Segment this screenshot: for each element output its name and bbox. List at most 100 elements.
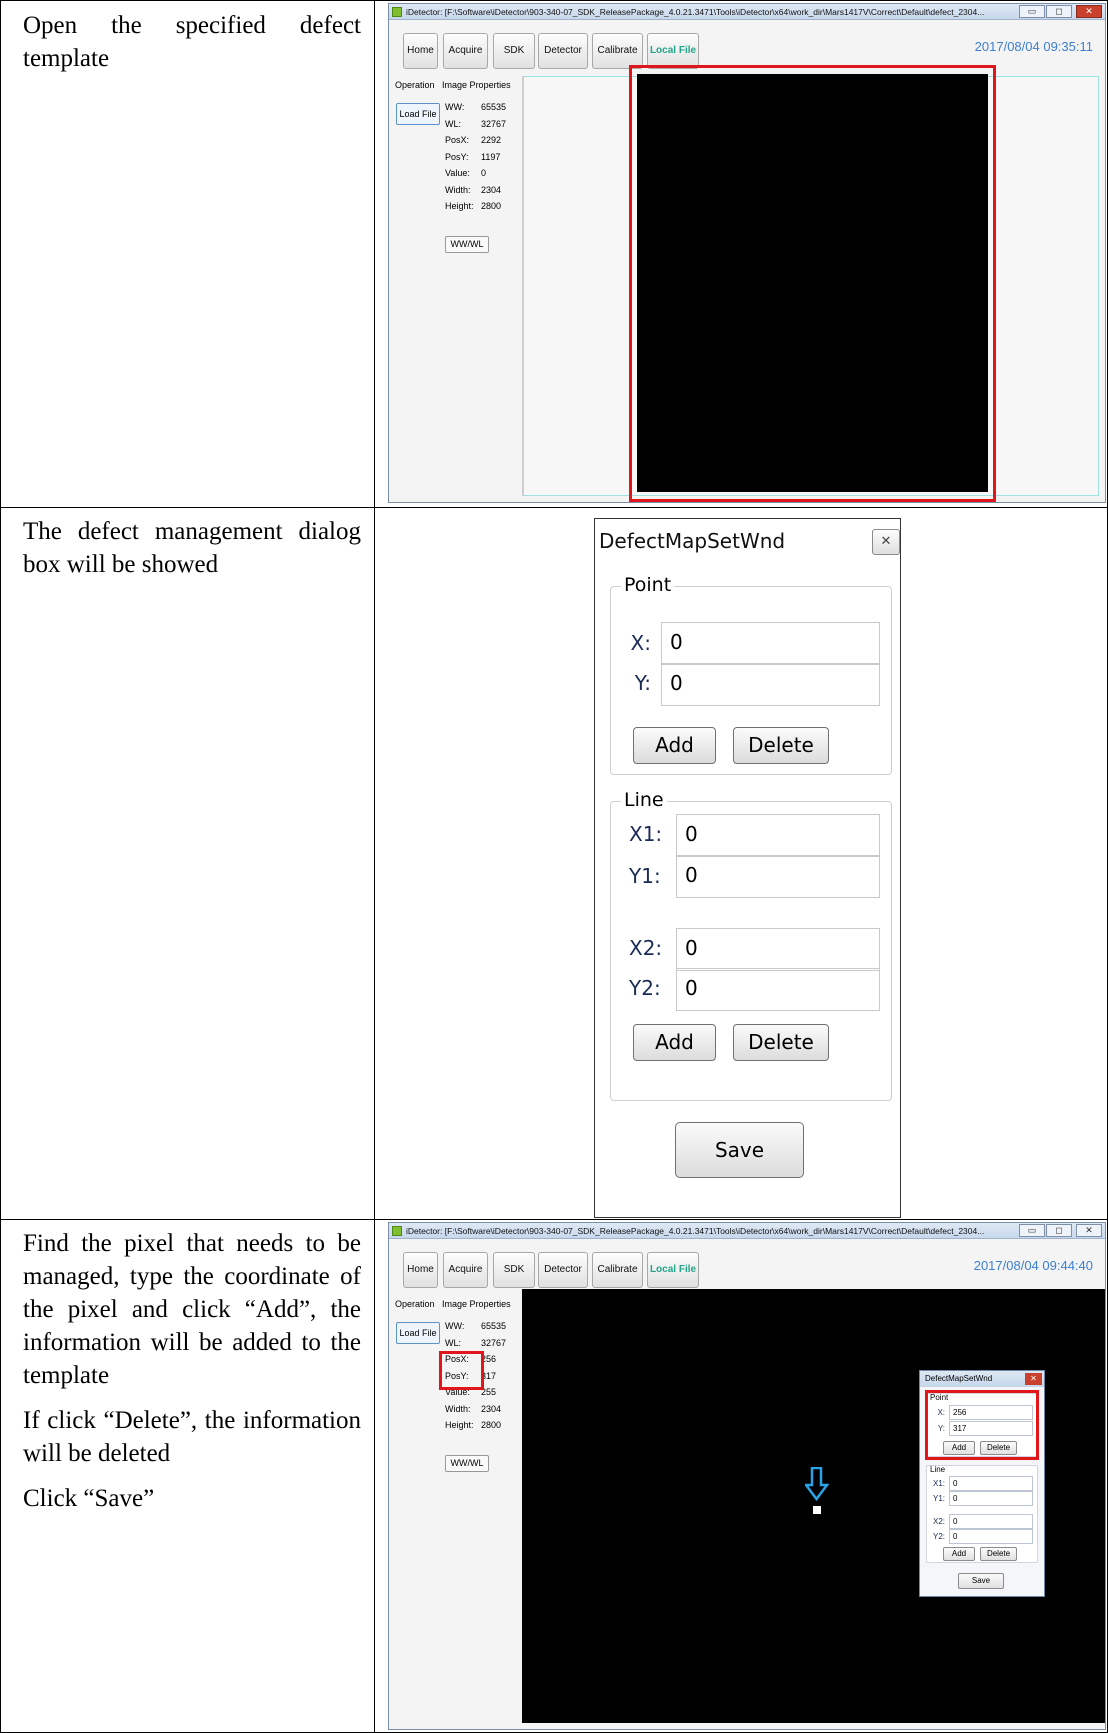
close-icon[interactable]: ✕ xyxy=(1025,1373,1042,1385)
prop-row: Width: 2304 xyxy=(445,1401,506,1418)
tab-operation[interactable]: Operation xyxy=(395,80,435,90)
image-properties: WW: 65535 WL: 32767 PosX: 2292 PosY: 1197 Va… xyxy=(445,99,506,215)
line-add-button[interactable]: Add xyxy=(943,1547,975,1561)
side-tabs: Operation Image Properties xyxy=(395,1299,516,1309)
idetector-window-3: iDetector: [F:\Software\iDetector\903-34… xyxy=(388,1222,1106,1730)
prop-row: Height: 2800 xyxy=(445,198,506,215)
prop-value: 65535 xyxy=(481,1321,507,1331)
tab-image-properties[interactable]: Image Properties xyxy=(442,80,511,90)
maximize-icon[interactable]: ◻ xyxy=(1046,1224,1072,1237)
step-1-paragraph: Open the specified defect template xyxy=(23,12,361,72)
x2-label: X2: xyxy=(932,1517,945,1526)
tab-image-properties[interactable]: Image Properties xyxy=(442,1299,511,1309)
wwwl-button[interactable]: WW/WL xyxy=(445,1455,489,1472)
prop-value: 1197 xyxy=(481,151,501,162)
nav-local-file-button[interactable]: Local File xyxy=(647,1252,699,1288)
line-delete-button[interactable]: Delete xyxy=(980,1547,1017,1561)
nav-detector-button[interactable]: Detector xyxy=(538,1252,588,1288)
line-y2-input[interactable]: 0 xyxy=(949,1529,1033,1544)
line-x1-input[interactable]: 0 xyxy=(676,814,880,857)
line-group-label: Line xyxy=(930,1465,946,1474)
pos-highlight-box xyxy=(439,1351,484,1390)
timestamp: 2017/08/04 09:44:40 xyxy=(973,1258,1093,1273)
point-group-label: Point xyxy=(621,573,675,597)
window-title: iDetector: [F:\Software\iDetector\903-34… xyxy=(406,1226,985,1236)
prop-key: WW: xyxy=(445,102,465,112)
app-icon xyxy=(392,7,402,17)
prop-value: 2292 xyxy=(481,135,502,145)
nav-home-button[interactable]: Home xyxy=(403,33,438,69)
close-icon[interactable]: ✕ xyxy=(1076,1224,1102,1237)
nav-sdk-button[interactable]: SDK xyxy=(493,33,535,69)
step-3-paragraph-2: If click “Delete”, the information will … xyxy=(23,1407,361,1467)
y2-label: Y2: xyxy=(932,1532,945,1541)
y-label: Y: xyxy=(634,671,651,695)
close-icon[interactable]: ✕ xyxy=(872,529,900,555)
app-icon xyxy=(392,1226,402,1236)
step-3-paragraph-1: Find the pixel that needs to be managed,… xyxy=(23,1230,361,1389)
prop-value: 2304 xyxy=(481,1403,502,1414)
nav-home-button[interactable]: Home xyxy=(403,1252,438,1288)
nav-calibrate-button[interactable]: Calibrate xyxy=(592,1252,643,1288)
window-titlebar: iDetector: [F:\Software\iDetector\903-34… xyxy=(389,1223,1105,1239)
nav-calibrate-button[interactable]: Calibrate xyxy=(592,33,643,69)
save-button[interactable]: Save xyxy=(958,1573,1004,1589)
prop-row: WL: 32767 xyxy=(445,1335,506,1352)
line-x2-input[interactable]: 0 xyxy=(949,1514,1033,1529)
down-arrow-icon xyxy=(805,1467,829,1501)
nav-detector-button[interactable]: Detector xyxy=(538,33,588,69)
point-group: Point X: 0 Y: 0 Add Delete xyxy=(610,573,892,775)
line-x2-input[interactable]: 0 xyxy=(676,928,880,971)
maximize-icon[interactable]: ◻ xyxy=(1046,5,1072,18)
nav-acquire-button[interactable]: Acquire xyxy=(443,33,488,69)
close-icon[interactable]: ✕ xyxy=(1076,5,1102,18)
prop-value: 2304 xyxy=(481,184,502,195)
line-y1-input[interactable]: 0 xyxy=(676,855,880,898)
y1-label: Y1: xyxy=(932,1494,945,1503)
prop-value: 32767 xyxy=(481,118,507,129)
point-highlight-box xyxy=(925,1390,1039,1460)
prop-row: Value: 0 xyxy=(445,165,506,182)
nav-local-file-button[interactable]: Local File xyxy=(647,33,699,69)
prop-row: Width: 2304 xyxy=(445,182,506,199)
y1-label: Y1: xyxy=(629,864,661,888)
prop-key: PosY: xyxy=(445,151,469,162)
load-file-button[interactable]: Load File xyxy=(396,1322,440,1344)
load-file-button[interactable]: Load File xyxy=(396,103,440,125)
nav-sdk-button[interactable]: SDK xyxy=(493,1252,535,1288)
wwwl-button[interactable]: WW/WL xyxy=(445,236,489,253)
line-group: Line X1: 0 Y1: 0 X2: 0 Y2: 0 Add Delete xyxy=(926,1465,1038,1563)
minimize-icon[interactable]: ▭ xyxy=(1019,5,1045,18)
point-delete-button[interactable]: Delete xyxy=(733,727,829,764)
defect-pixel xyxy=(813,1506,821,1514)
dialog-title: DefectMapSetWnd xyxy=(599,529,786,553)
y2-label: Y2: xyxy=(629,976,661,1000)
defect-map-dialog: DefectMapSetWnd ✕ Point X: 0 Y: 0 Add De… xyxy=(594,518,901,1218)
prop-key: Value: xyxy=(445,168,470,178)
point-y-input[interactable]: 0 xyxy=(661,663,880,706)
tab-operation[interactable]: Operation xyxy=(395,1299,435,1309)
prop-value: 32767 xyxy=(481,1337,507,1348)
defect-map-dialog-small: DefectMapSetWnd ✕ Point X: 256 Y: 317 Ad… xyxy=(919,1370,1045,1597)
step-3-paragraph-3: Click “Save” xyxy=(23,1485,155,1512)
prop-value: 2800 xyxy=(481,201,502,211)
point-x-input[interactable]: 0 xyxy=(661,622,880,665)
point-add-button[interactable]: Add xyxy=(633,727,716,764)
prop-row: Height: 2800 xyxy=(445,1417,506,1434)
window-title: iDetector: [F:\Software\iDetector\903-34… xyxy=(406,7,985,17)
save-button[interactable]: Save xyxy=(675,1122,804,1178)
x1-label: X1: xyxy=(629,822,663,846)
main-nav: Home Acquire SDK Detector Calibrate Loca… xyxy=(389,21,1105,69)
step-2-text: The defect management dialog box will be… xyxy=(23,515,361,593)
prop-key: Height: xyxy=(445,1420,474,1430)
nav-acquire-button[interactable]: Acquire xyxy=(443,1252,488,1288)
line-y1-input[interactable]: 0 xyxy=(949,1491,1033,1506)
line-y2-input[interactable]: 0 xyxy=(676,968,880,1011)
line-x1-input[interactable]: 0 xyxy=(949,1476,1033,1491)
idetector-window-1: iDetector: [F:\Software\iDetector\903-34… xyxy=(388,3,1106,503)
prop-row: PosY: 1197 xyxy=(445,149,506,166)
prop-key: PosX: xyxy=(445,135,470,145)
minimize-icon[interactable]: ▭ xyxy=(1019,1224,1045,1237)
line-delete-button[interactable]: Delete xyxy=(733,1024,829,1061)
line-add-button[interactable]: Add xyxy=(633,1024,716,1061)
